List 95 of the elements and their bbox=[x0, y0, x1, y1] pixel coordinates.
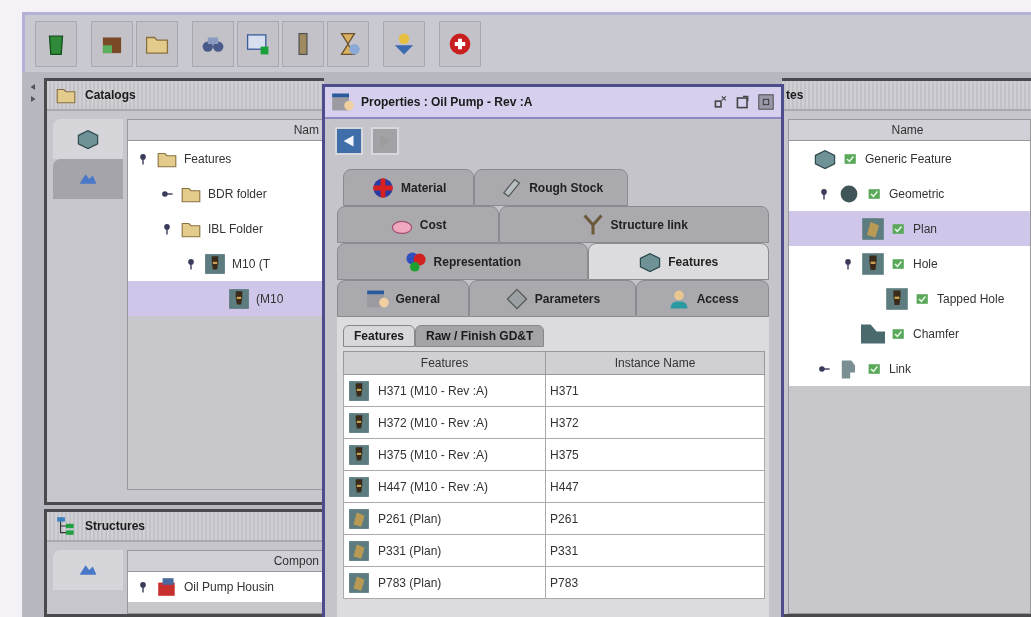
tab[interactable]: Structure link bbox=[499, 206, 769, 243]
hierarchy-icon bbox=[55, 515, 77, 537]
feature-name: P261 (Plan) bbox=[378, 511, 442, 526]
window-title: Properties : Oil Pump - Rev :A bbox=[361, 95, 534, 109]
table-cell: P261 bbox=[545, 502, 765, 535]
part-icon bbox=[204, 252, 226, 275]
tree-item-label: Plan bbox=[913, 221, 938, 236]
part-icon bbox=[348, 475, 370, 498]
tree-item-label: IBL Folder bbox=[208, 221, 263, 236]
tab[interactable]: Representation bbox=[337, 243, 588, 280]
toolbar-button[interactable] bbox=[136, 20, 178, 67]
expand-arrow-icon bbox=[28, 94, 38, 104]
nav-button[interactable] bbox=[335, 127, 363, 155]
tab[interactable]: Access bbox=[636, 280, 769, 317]
tree-item-label: Chamfer bbox=[913, 326, 959, 341]
tab[interactable]: Features bbox=[343, 325, 416, 347]
table-cell: H371 bbox=[545, 374, 765, 407]
globe-icon bbox=[370, 175, 395, 200]
tree-item[interactable]: Oil Pump Housin bbox=[128, 572, 323, 602]
feature-name: H375 (M10 - Rev :A) bbox=[378, 447, 489, 462]
tree-item-label: Tapped Hole bbox=[937, 291, 1005, 306]
undock-icon bbox=[713, 94, 729, 110]
tab[interactable]: Parameters bbox=[468, 280, 637, 317]
shapes-icon bbox=[403, 249, 428, 274]
plane-icon bbox=[348, 571, 370, 594]
column-header[interactable]: Name bbox=[789, 120, 1030, 141]
tree-item[interactable]: Generic Feature bbox=[789, 141, 1030, 176]
toolbar-button[interactable] bbox=[91, 20, 133, 67]
tree-item[interactable]: (M10 bbox=[128, 281, 323, 316]
cube-icon bbox=[76, 127, 100, 151]
table-cell: H372 bbox=[545, 406, 765, 439]
table-cell: H447 bbox=[545, 470, 765, 503]
part-icon bbox=[348, 379, 370, 402]
feature-name: H372 (M10 - Rev :A) bbox=[378, 415, 489, 430]
tree-item-label: Generic Feature bbox=[865, 151, 952, 166]
toolbar-button[interactable] bbox=[237, 20, 279, 67]
tree-item[interactable]: Chamfer bbox=[789, 316, 1030, 351]
panel-title: Catalogs bbox=[85, 88, 136, 102]
tree-item[interactable]: M10 (T bbox=[128, 246, 323, 281]
column-header[interactable]: Instance Name bbox=[545, 351, 765, 375]
feature-name: P783 (Plan) bbox=[378, 575, 442, 590]
toolbar-button[interactable] bbox=[439, 20, 481, 67]
tree-item[interactable]: Plan bbox=[789, 211, 1030, 246]
tree-item-label: Features bbox=[184, 151, 232, 166]
tree-item-label: BDR folder bbox=[208, 186, 267, 201]
close-icon bbox=[757, 93, 775, 111]
side-tab[interactable] bbox=[53, 550, 123, 590]
part-icon bbox=[861, 251, 885, 276]
feature-name: H371 (M10 - Rev :A) bbox=[378, 383, 489, 398]
panel-title: Structures bbox=[85, 519, 146, 533]
toolbar-button[interactable] bbox=[192, 20, 234, 67]
column-header[interactable]: Compon bbox=[128, 551, 323, 572]
collapse-arrow-icon bbox=[28, 82, 38, 92]
tab[interactable]: Rough Stock bbox=[474, 169, 629, 206]
tab[interactable]: Material bbox=[343, 169, 475, 206]
tree-item-label: (M10 bbox=[256, 291, 284, 306]
tree-item-label: Link bbox=[889, 361, 911, 376]
column-header[interactable]: Nam bbox=[128, 120, 323, 141]
part-icon bbox=[348, 411, 370, 434]
table-cell: P783 bbox=[545, 566, 765, 599]
feature-name: H447 (M10 - Rev :A) bbox=[378, 479, 489, 494]
toolbar-button[interactable] bbox=[282, 20, 324, 67]
tree-item[interactable]: Tapped Hole bbox=[789, 281, 1030, 316]
maximize-icon bbox=[735, 94, 751, 110]
tree-item[interactable]: BDR folder bbox=[128, 176, 323, 211]
plane-icon bbox=[348, 539, 370, 562]
tree-item-label: M10 (T bbox=[232, 256, 270, 271]
tab[interactable]: General bbox=[337, 280, 469, 317]
toolbar-button[interactable] bbox=[35, 20, 77, 67]
tree-item[interactable]: Hole bbox=[789, 246, 1030, 281]
tab[interactable]: Raw / Finish GD&T bbox=[415, 325, 545, 347]
tab[interactable]: Cost bbox=[337, 206, 500, 243]
table-cell: H375 bbox=[545, 438, 765, 471]
tree-item-label: Geometric bbox=[889, 186, 945, 201]
feature-name: P331 (Plan) bbox=[378, 543, 442, 558]
assembly-icon bbox=[156, 576, 178, 598]
toolbar-button[interactable] bbox=[383, 20, 425, 67]
toolbar-button[interactable] bbox=[327, 20, 369, 67]
tree-item[interactable]: Link bbox=[789, 351, 1030, 386]
tree-item-label: Oil Pump Housin bbox=[184, 580, 275, 594]
plane-icon bbox=[861, 216, 885, 241]
tree-item[interactable]: Geometric bbox=[789, 176, 1030, 211]
part-icon bbox=[228, 287, 250, 310]
plane-icon bbox=[348, 507, 370, 530]
tree-item[interactable]: Features bbox=[128, 141, 323, 176]
part-icon bbox=[348, 443, 370, 466]
tree-item-label: Hole bbox=[913, 256, 938, 271]
part-icon bbox=[885, 286, 909, 311]
panel-title: tes bbox=[786, 88, 804, 102]
tab[interactable]: Features bbox=[587, 243, 769, 280]
side-tab[interactable] bbox=[53, 119, 123, 159]
table-cell: P331 bbox=[545, 534, 765, 567]
tree-item[interactable]: IBL Folder bbox=[128, 211, 323, 246]
chamfer-icon bbox=[861, 321, 885, 346]
column-header[interactable]: Features bbox=[343, 351, 546, 375]
